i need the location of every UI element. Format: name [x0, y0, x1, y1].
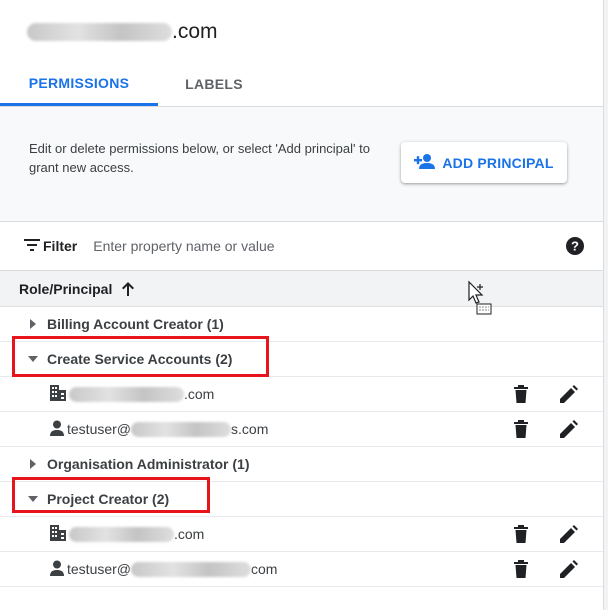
person-icon: [50, 420, 64, 439]
member-suffix: .com: [184, 386, 215, 402]
sort-ascending-icon: [122, 281, 135, 296]
filter-icon: [24, 238, 43, 254]
delete-icon[interactable]: [514, 385, 528, 406]
row-actions: [514, 525, 578, 546]
role-row[interactable]: Project Creator (2): [0, 482, 603, 517]
row-actions: [514, 560, 578, 581]
add-person-icon: [414, 153, 442, 172]
info-text: Edit or delete permissions below, or sel…: [29, 141, 370, 175]
svg-text:?: ?: [571, 239, 579, 254]
edit-icon[interactable]: [560, 420, 578, 441]
caret-down-icon[interactable]: [28, 351, 38, 367]
member-row: .com: [0, 517, 603, 552]
panel-header: .com: [0, 0, 603, 62]
tab-bar: PERMISSIONS LABELS: [0, 62, 603, 107]
member-row: testuser@ com: [0, 552, 603, 587]
redacted-text: [27, 23, 172, 41]
help-icon[interactable]: ?: [566, 237, 584, 260]
permissions-panel: .com PERMISSIONS LABELS Edit or delete p…: [0, 0, 604, 610]
delete-icon[interactable]: [514, 560, 528, 581]
domain-icon: [50, 384, 66, 404]
redacted-text: [69, 386, 184, 402]
role-row[interactable]: Organisation Administrator (1): [0, 447, 603, 482]
tab-labels[interactable]: LABELS: [158, 62, 270, 106]
member-row: testuser@ s.com: [0, 412, 603, 447]
filter-label[interactable]: Filter: [24, 238, 77, 254]
add-principal-button[interactable]: ADD PRINCIPAL: [401, 142, 567, 183]
role-row[interactable]: Billing Account Creator (1): [0, 307, 603, 342]
edit-icon[interactable]: [560, 385, 578, 406]
delete-icon[interactable]: [514, 525, 528, 546]
redacted-text: [131, 561, 252, 577]
delete-icon[interactable]: [514, 420, 528, 441]
role-label: Billing Account Creator (1): [47, 316, 224, 332]
role-row[interactable]: Create Service Accounts (2): [0, 342, 603, 377]
edit-icon[interactable]: [560, 525, 578, 546]
redacted-text: [69, 526, 174, 542]
tab-permissions[interactable]: PERMISSIONS: [0, 62, 158, 106]
member-prefix: testuser@: [67, 561, 132, 577]
filter-bar: Filter ?: [0, 222, 603, 271]
caret-right-icon[interactable]: [28, 316, 38, 332]
column-header[interactable]: Role/Principal: [0, 271, 603, 307]
member-suffix: com: [251, 561, 278, 577]
info-box: Edit or delete permissions below, or sel…: [0, 107, 603, 222]
caret-down-icon[interactable]: [28, 491, 38, 507]
edit-icon[interactable]: [560, 560, 578, 581]
row-actions: [514, 385, 578, 406]
filter-text: Filter: [43, 238, 78, 254]
row-actions: [514, 420, 578, 441]
member-prefix: testuser@: [67, 421, 132, 437]
resource-title: .com: [27, 20, 218, 44]
title-suffix: .com: [172, 20, 218, 43]
role-label: Create Service Accounts (2): [47, 351, 233, 367]
filter-input[interactable]: [91, 237, 516, 255]
member-suffix: .com: [174, 526, 205, 542]
member-row: .com: [0, 377, 603, 412]
domain-icon: [50, 524, 66, 544]
role-label: Project Creator (2): [47, 491, 170, 507]
role-label: Organisation Administrator (1): [47, 456, 250, 472]
person-icon: [50, 560, 64, 579]
caret-right-icon[interactable]: [28, 456, 38, 472]
redacted-text: [131, 421, 232, 437]
add-principal-label: ADD PRINCIPAL: [442, 154, 554, 171]
member-suffix: s.com: [231, 421, 269, 437]
column-header-label: Role/Principal: [19, 280, 113, 297]
